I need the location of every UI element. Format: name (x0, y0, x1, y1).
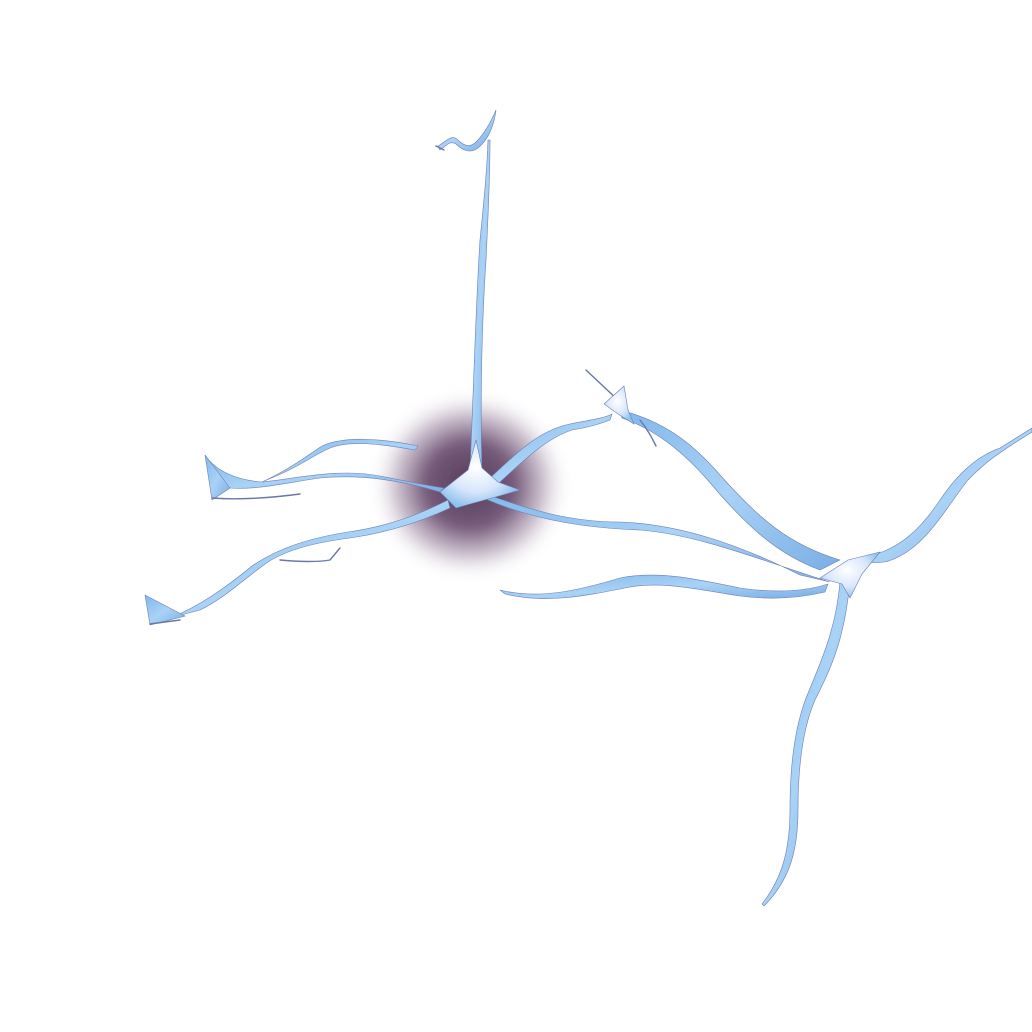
neuron-render-canvas (144, 109, 1032, 907)
descending-dendrite (761, 579, 851, 907)
left-lower-dendrite (144, 499, 451, 626)
right-far-dendrite (867, 427, 1032, 564)
